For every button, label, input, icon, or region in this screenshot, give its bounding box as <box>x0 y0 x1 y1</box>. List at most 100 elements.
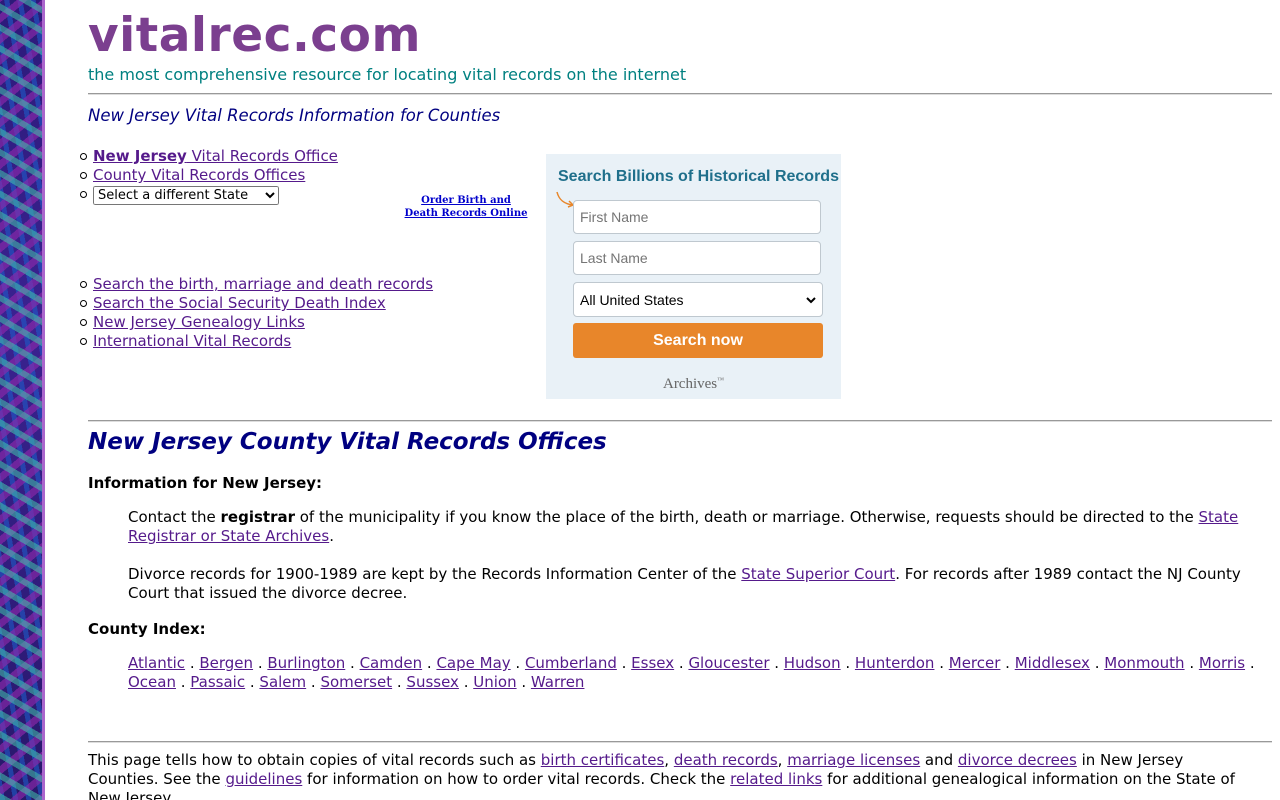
top-nav-list: New Jersey Vital Records Office County V… <box>80 147 338 205</box>
archives-logo[interactable]: Archives™ <box>546 376 841 393</box>
county-separator: . <box>185 654 200 672</box>
list-item: Select a different State <box>80 185 338 205</box>
bottom-nav-list: Search the birth, marriage and death rec… <box>80 275 433 351</box>
list-item: Search the Social Security Death Index <box>80 294 433 313</box>
county-separator: . <box>1184 654 1199 672</box>
marriage-licenses-link[interactable]: marriage licenses <box>787 751 920 769</box>
county-separator: . <box>253 654 268 672</box>
county-separator: . <box>245 673 260 691</box>
county-link[interactable]: Passaic <box>190 673 245 691</box>
location-select[interactable]: All United States <box>573 282 823 317</box>
page-subheading: New Jersey Vital Records Information for… <box>88 106 501 125</box>
bullet-icon <box>80 191 87 198</box>
first-name-input[interactable] <box>573 200 821 234</box>
county-link[interactable]: Mercer <box>949 654 1001 672</box>
county-link[interactable]: Salem <box>259 673 306 691</box>
bullet-icon <box>80 319 87 326</box>
county-link[interactable]: Sussex <box>406 673 459 691</box>
search-records-link[interactable]: Search the birth, marriage and death rec… <box>93 275 433 293</box>
genealogy-links-link[interactable]: New Jersey Genealogy Links <box>93 313 305 331</box>
county-link[interactable]: Burlington <box>267 654 345 672</box>
section-title: New Jersey County Vital Records Offices <box>88 429 607 455</box>
county-link[interactable]: Gloucester <box>688 654 769 672</box>
search-widget-title: Search Billions of Historical Records <box>558 168 839 185</box>
county-link[interactable]: Somerset <box>320 673 392 691</box>
divider <box>88 741 1272 743</box>
county-link[interactable]: Cumberland <box>525 654 617 672</box>
site-tagline: the most comprehensive resource for loca… <box>88 65 687 84</box>
list-item: County Vital Records Offices <box>80 166 338 185</box>
county-separator: . <box>840 654 855 672</box>
list-item: Search the birth, marriage and death rec… <box>80 275 433 294</box>
county-link[interactable]: Hunterdon <box>855 654 935 672</box>
decorative-side-strip <box>0 0 45 800</box>
county-separator: . <box>1000 654 1015 672</box>
archives-tm: ™ <box>717 376 725 384</box>
international-records-link[interactable]: International Vital Records <box>93 332 291 350</box>
info-paragraph-registrar: Contact the registrar of the municipalit… <box>128 508 1239 545</box>
order-link-line2: Death Records Online <box>404 208 528 219</box>
county-separator: . <box>934 654 949 672</box>
bullet-icon <box>80 338 87 345</box>
county-separator: . <box>674 654 689 672</box>
birth-certificates-link[interactable]: birth certificates <box>541 751 665 769</box>
ssdi-link[interactable]: Search the Social Security Death Index <box>93 294 386 312</box>
county-link[interactable]: Bergen <box>199 654 253 672</box>
county-separator: . <box>422 654 437 672</box>
county-index-list: Atlantic . Bergen . Burlington . Camden … <box>128 654 1268 692</box>
last-name-input[interactable] <box>573 241 821 275</box>
county-separator: . <box>1245 654 1255 672</box>
county-link[interactable]: Warren <box>531 673 585 691</box>
state-office-link-bold: New Jersey <box>93 147 187 165</box>
list-item: New Jersey Vital Records Office <box>80 147 338 166</box>
county-link[interactable]: Middlesex <box>1015 654 1090 672</box>
archives-brand: Archives <box>662 376 718 392</box>
superior-court-link[interactable]: State Superior Court <box>741 565 895 583</box>
bullet-icon <box>80 172 87 179</box>
county-separator: . <box>306 673 321 691</box>
county-separator: . <box>510 654 525 672</box>
county-link[interactable]: Ocean <box>128 673 176 691</box>
page-content: vitalrec.com the most comprehensive reso… <box>80 0 1272 800</box>
county-link[interactable]: Hudson <box>784 654 841 672</box>
guidelines-link[interactable]: guidelines <box>225 770 302 788</box>
bullet-icon <box>80 153 87 160</box>
county-link[interactable]: Cape May <box>436 654 510 672</box>
county-link[interactable]: Camden <box>360 654 423 672</box>
county-link[interactable]: Union <box>473 673 516 691</box>
state-office-link-rest: Vital Records Office <box>186 147 338 165</box>
list-item: New Jersey Genealogy Links <box>80 313 433 332</box>
bullet-icon <box>80 300 87 307</box>
bullet-icon <box>80 281 87 288</box>
county-link[interactable]: Atlantic <box>128 654 185 672</box>
county-separator: . <box>175 673 191 691</box>
order-link-line1: Order Birth and <box>421 195 511 206</box>
location-select-value: All United States <box>580 291 684 308</box>
county-separator: . <box>769 654 784 672</box>
death-records-link[interactable]: death records <box>674 751 778 769</box>
county-link[interactable]: Morris <box>1199 654 1245 672</box>
chevron-down-icon <box>806 296 816 303</box>
info-label: Information for New Jersey: <box>88 474 323 492</box>
divorce-decrees-link[interactable]: divorce decrees <box>958 751 1077 769</box>
county-separator: . <box>516 673 531 691</box>
county-index-label: County Index: <box>88 620 206 638</box>
related-links-link[interactable]: related links <box>730 770 822 788</box>
order-records-link[interactable]: Order Birth and Death Records Online <box>405 195 528 219</box>
state-office-link[interactable]: New Jersey Vital Records Office <box>93 147 338 165</box>
county-separator: . <box>616 654 632 672</box>
search-widget: Search Billions of Historical Records Al… <box>546 154 841 399</box>
list-item: International Vital Records <box>80 332 433 351</box>
county-separator: . <box>392 673 407 691</box>
county-link[interactable]: Monmouth <box>1104 654 1184 672</box>
county-offices-link[interactable]: County Vital Records Offices <box>93 166 305 184</box>
site-logo[interactable]: vitalrec.com <box>88 8 421 63</box>
state-select-dropdown[interactable]: Select a different State <box>93 186 279 205</box>
divider <box>88 420 1272 422</box>
county-link[interactable]: Essex <box>631 654 674 672</box>
county-separator: . <box>345 654 360 672</box>
county-separator: . <box>458 673 474 691</box>
divider <box>88 93 1272 95</box>
order-records-link-block: Order Birth and Death Records Online <box>401 194 531 220</box>
search-now-button[interactable]: Search now <box>573 323 823 358</box>
